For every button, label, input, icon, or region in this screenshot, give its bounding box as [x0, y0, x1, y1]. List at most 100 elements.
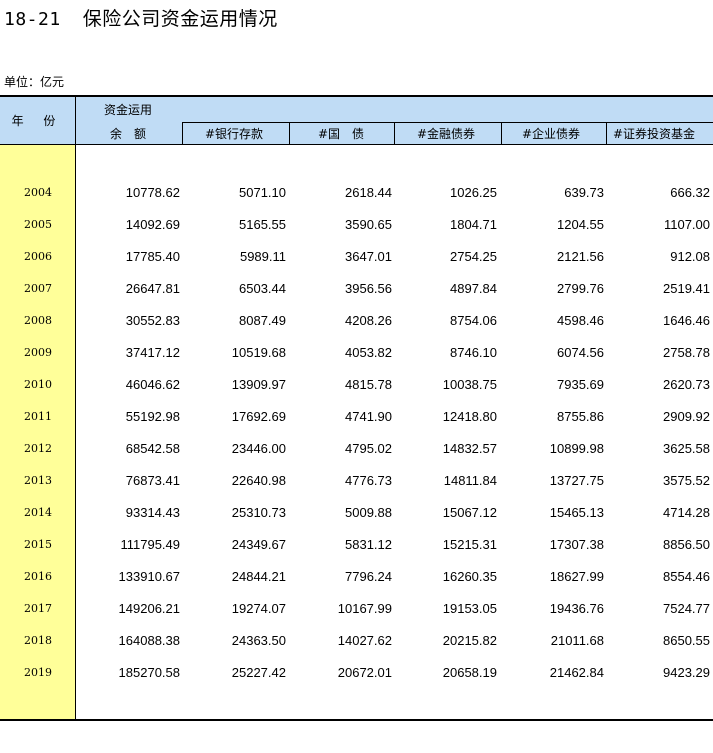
- value-cell: 912.08: [670, 249, 710, 264]
- value-cell: 14832.57: [442, 441, 497, 456]
- table-row: 2015 111795.49 24349.67 5831.12 15215.31 1730…: [0, 529, 713, 561]
- value-cell: 30552.83: [125, 313, 180, 328]
- value-cell: 111795.49: [120, 537, 180, 552]
- unit-label: 单位：亿元: [4, 75, 65, 89]
- value-cell: 21011.68: [550, 633, 604, 648]
- value-cell: 3575.52: [663, 473, 710, 488]
- value-cell: 8755.86: [557, 409, 604, 424]
- value-cell: 8754.06: [450, 313, 497, 328]
- value-cell: 1107.00: [663, 217, 710, 232]
- data-table: 年 份 资金运用 余 额 #银行存款 #国 债 #金融债券 #企业债券 #证券投…: [0, 95, 713, 721]
- value-cell: 14027.62: [337, 633, 392, 648]
- value-cell: 3956.56: [345, 281, 392, 296]
- column-divider: [394, 122, 395, 144]
- value-cell: 2519.41: [663, 281, 710, 296]
- column-divider: [289, 122, 290, 144]
- value-cell: 76873.41: [125, 473, 180, 488]
- year-cell: 2018: [24, 634, 52, 647]
- column-header-financial-bonds: #金融债券: [417, 126, 476, 141]
- value-cell: 55192.98: [125, 409, 180, 424]
- year-cell: 2013: [24, 474, 52, 487]
- year-cell: 2007: [24, 282, 52, 295]
- value-cell: 20215.82: [442, 633, 497, 648]
- table-row: 2005 14092.69 5165.55 3590.65 1804.71 1204.55…: [0, 209, 713, 241]
- value-cell: 15067.12: [442, 505, 497, 520]
- value-cell: 10038.75: [442, 377, 497, 392]
- value-cell: 7935.69: [557, 377, 604, 392]
- value-cell: 164088.38: [118, 633, 180, 648]
- value-cell: 18627.99: [549, 569, 604, 584]
- value-cell: 2618.44: [345, 185, 392, 200]
- year-cell: 2014: [24, 506, 52, 519]
- value-cell: 17307.38: [549, 537, 604, 552]
- value-cell: 26647.81: [125, 281, 180, 296]
- value-cell: 37417.12: [125, 345, 180, 360]
- year-column-header: 年 份: [0, 97, 76, 144]
- year-cell: 2008: [24, 314, 52, 327]
- value-cell: 23446.00: [231, 441, 286, 456]
- value-cell: 4741.90: [345, 409, 392, 424]
- value-cell: 93314.43: [125, 505, 180, 520]
- value-cell: 3647.01: [345, 249, 392, 264]
- value-cell: 4208.26: [345, 313, 392, 328]
- table-row: 2017 149206.21 19274.07 10167.99 19153.05 194…: [0, 593, 713, 625]
- table-row: 2008 30552.83 8087.49 4208.26 8754.06 4598.46…: [0, 305, 713, 337]
- value-cell: 10778.62: [125, 185, 180, 200]
- value-cell: 4714.28: [663, 505, 710, 520]
- value-cell: 639.73: [564, 185, 604, 200]
- table-header: 年 份 资金运用 余 额 #银行存款 #国 债 #金融债券 #企业债券 #证券投…: [0, 95, 713, 145]
- value-cell: 13909.97: [231, 377, 286, 392]
- table-row: 2009 37417.12 10519.68 4053.82 8746.10 6074.5…: [0, 337, 713, 369]
- value-cell: 2799.76: [557, 281, 604, 296]
- table-row: 2019 185270.58 25227.42 20672.01 20658.19 214…: [0, 657, 713, 689]
- year-cell: 2009: [24, 346, 52, 359]
- value-cell: 2754.25: [450, 249, 497, 264]
- value-cell: 24844.21: [231, 569, 286, 584]
- table-title: 保险公司资金运用情况: [82, 8, 278, 30]
- value-cell: 14092.69: [125, 217, 180, 232]
- value-cell: 10899.98: [549, 441, 604, 456]
- year-cell: 2016: [24, 570, 52, 583]
- value-cell: 10167.99: [337, 601, 392, 616]
- value-cell: 25227.42: [231, 665, 286, 680]
- column-header-balance: 余 额: [110, 126, 147, 141]
- table-row: 2014 93314.43 25310.73 5009.88 15067.12 15465…: [0, 497, 713, 529]
- value-cell: 2909.92: [663, 409, 710, 424]
- value-cell: 8087.49: [239, 313, 286, 328]
- value-cell: 149206.21: [118, 601, 180, 616]
- value-cell: 9423.29: [663, 665, 710, 680]
- page-title: 18-21 保险公司资金运用情况: [4, 4, 278, 31]
- value-cell: 15465.13: [549, 505, 604, 520]
- year-cell: 2017: [24, 602, 52, 615]
- year-cell: 2015: [24, 538, 52, 551]
- value-cell: 4815.78: [345, 377, 392, 392]
- value-cell: 8856.50: [663, 537, 710, 552]
- value-cell: 1204.55: [557, 217, 604, 232]
- value-cell: 46046.62: [125, 377, 180, 392]
- value-cell: 1804.71: [450, 217, 497, 232]
- table-row: 2004 10778.62 5071.10 2618.44 1026.25 639.73 6…: [0, 177, 713, 209]
- year-cell: 2011: [24, 410, 52, 423]
- value-cell: 1026.25: [450, 185, 497, 200]
- column-divider: [182, 122, 183, 144]
- value-cell: 2620.73: [663, 377, 710, 392]
- value-cell: 6503.44: [239, 281, 286, 296]
- value-cell: 8554.46: [663, 569, 710, 584]
- value-cell: 24363.50: [231, 633, 286, 648]
- value-cell: 5071.10: [239, 185, 286, 200]
- value-cell: 1646.46: [663, 313, 710, 328]
- value-cell: 5989.11: [239, 249, 286, 264]
- year-cell: 2005: [24, 218, 52, 231]
- value-cell: 4598.46: [557, 313, 604, 328]
- table-row: 2010 46046.62 13909.97 4815.78 10038.75 7935.…: [0, 369, 713, 401]
- value-cell: 13727.75: [549, 473, 604, 488]
- value-cell: 17692.69: [231, 409, 286, 424]
- table-row: 2007 26647.81 6503.44 3956.56 4897.84 2799.76…: [0, 273, 713, 305]
- table-row: 2016 133910.67 24844.21 7796.24 16260.35 1862…: [0, 561, 713, 593]
- value-cell: 6074.56: [557, 345, 604, 360]
- column-header-securities-funds: #证券投资基金: [613, 126, 696, 141]
- value-cell: 4897.84: [450, 281, 497, 296]
- column-header-corporate-bonds: #企业债券: [522, 126, 581, 141]
- value-cell: 16260.35: [442, 569, 497, 584]
- value-cell: 8746.10: [450, 345, 497, 360]
